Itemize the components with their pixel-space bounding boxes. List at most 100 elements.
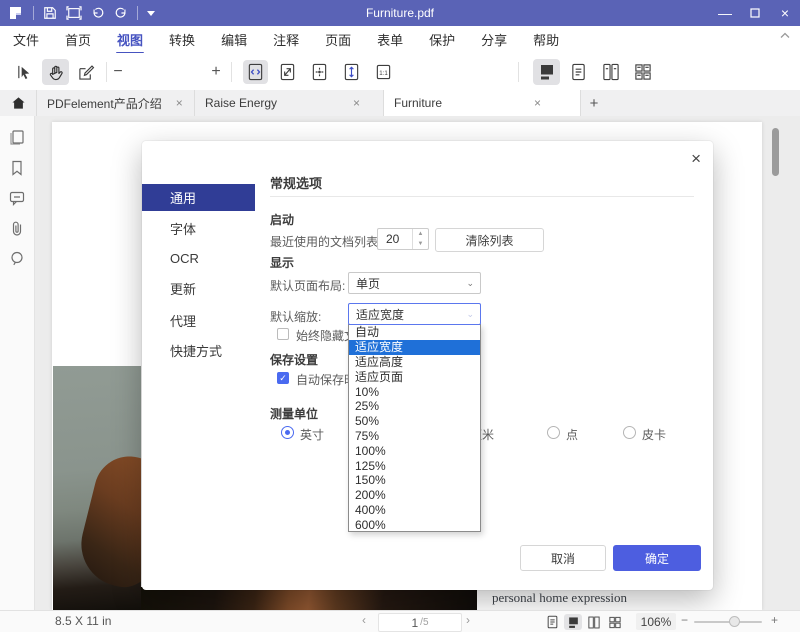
single-page-icon[interactable] (565, 59, 592, 85)
zoom-out-button[interactable]: − (681, 613, 688, 627)
zoom-option[interactable]: 150% (349, 473, 480, 488)
default-zoom-combobox[interactable]: 适应宽度 ⌄ (348, 303, 481, 325)
minimize-button[interactable]: — (710, 0, 740, 26)
single-page-icon[interactable] (543, 614, 561, 630)
menu-file[interactable]: 文件 (12, 26, 40, 53)
search-icon[interactable] (9, 250, 26, 267)
maximize-button[interactable] (740, 0, 770, 26)
tab-close-icon[interactable]: × (353, 96, 360, 110)
zoom-slider-handle[interactable] (729, 616, 740, 627)
tab-close-icon[interactable]: × (534, 96, 541, 110)
undo-icon[interactable] (91, 6, 105, 20)
continuous-scroll-icon[interactable] (533, 59, 560, 85)
zoom-out-button[interactable]: − (108, 61, 128, 83)
zoom-option[interactable]: 50% (349, 414, 480, 429)
zoom-in-button[interactable]: + (206, 61, 226, 83)
save-icon[interactable] (43, 6, 57, 20)
previous-page-icon[interactable]: ‹ (362, 613, 366, 627)
settings-nav-ocr[interactable]: OCR (142, 245, 255, 272)
menu-home[interactable]: 首页 (64, 26, 92, 53)
menubar: 文件 首页 视图 转换 编辑 注释 页面 表单 保护 分享 帮助 (0, 26, 800, 53)
continuous-scroll-icon[interactable] (564, 614, 582, 630)
comments-icon[interactable] (8, 190, 26, 206)
close-button[interactable]: × (770, 0, 800, 26)
fit-height-icon[interactable] (339, 60, 364, 84)
menu-share[interactable]: 分享 (480, 26, 508, 53)
attachments-icon[interactable] (9, 219, 25, 237)
actual-size-icon[interactable]: 1:1 (371, 60, 396, 84)
zoom-option-selected[interactable]: 适应宽度 (349, 340, 480, 355)
select-tool-icon[interactable] (12, 61, 36, 83)
tab-furniture[interactable]: Furniture × (384, 90, 581, 116)
settings-nav-font[interactable]: 字体 (142, 215, 255, 242)
bookmarks-icon[interactable] (9, 159, 25, 177)
menu-help[interactable]: 帮助 (532, 26, 560, 53)
stepper-down-icon[interactable]: ▼ (413, 239, 428, 249)
menu-page[interactable]: 页面 (324, 26, 352, 53)
settings-nav-shortcuts[interactable]: 快捷方式 (142, 337, 255, 364)
zoom-free-icon[interactable] (275, 60, 300, 84)
document-text-line: personal home expression (492, 590, 722, 606)
tab-raise-energy[interactable]: Raise Energy × (195, 90, 384, 116)
zoom-option[interactable]: 125% (349, 458, 480, 473)
settings-nav-proxy[interactable]: 代理 (142, 307, 255, 334)
dialog-close-icon[interactable]: × (691, 150, 701, 167)
recent-docs-stepper[interactable]: ▲ ▼ (377, 228, 429, 250)
zoom-options-dropdown: 自动 适应宽度 适应高度 适应页面 10% 25% 50% 75% 100% 1… (348, 324, 481, 532)
unit-pica-radio[interactable] (623, 426, 636, 439)
zoom-option[interactable]: 75% (349, 429, 480, 444)
fit-width-icon[interactable] (243, 60, 268, 84)
unit-inch-radio[interactable] (281, 426, 294, 439)
page-thumbnails-icon[interactable] (8, 128, 26, 146)
redo-icon[interactable] (114, 6, 128, 20)
menu-view[interactable]: 视图 (116, 26, 144, 53)
menu-protect[interactable]: 保护 (428, 26, 456, 53)
ok-button[interactable]: 确定 (613, 545, 701, 571)
hand-tool-icon[interactable] (42, 59, 69, 85)
zoom-option[interactable]: 25% (349, 399, 480, 414)
default-layout-combobox[interactable]: 单页 ⌄ (348, 272, 481, 294)
home-tab-icon[interactable] (0, 90, 37, 116)
zoom-slider-track[interactable] (694, 621, 762, 623)
unit-pica-label: 皮卡 (642, 426, 666, 443)
tab-close-icon[interactable]: × (176, 96, 183, 110)
zoom-option[interactable]: 适应高度 (349, 355, 480, 370)
two-page-icon[interactable] (597, 59, 624, 85)
snapshot-icon[interactable] (66, 6, 82, 20)
zoom-option[interactable]: 200% (349, 488, 480, 503)
statusbar-zoom-value[interactable]: 106% (636, 613, 676, 630)
four-page-grid-icon[interactable] (629, 59, 656, 85)
menu-comment[interactable]: 注释 (272, 26, 300, 53)
edit-tool-icon[interactable] (74, 61, 98, 83)
settings-nav-update[interactable]: 更新 (142, 275, 255, 302)
zoom-option[interactable]: 100% (349, 443, 480, 458)
statusbar-page-box[interactable]: 1 /5 (378, 613, 462, 632)
clear-list-button[interactable]: 清除列表 (435, 228, 544, 252)
tab-pdfelement-intro[interactable]: PDFelement产品介绍 × (37, 90, 195, 116)
document-photo (53, 366, 141, 610)
zoom-option[interactable]: 600% (349, 517, 480, 532)
zoom-option[interactable]: 400% (349, 503, 480, 518)
menu-form[interactable]: 表单 (376, 26, 404, 53)
zoom-option[interactable]: 10% (349, 384, 480, 399)
next-page-icon[interactable]: › (466, 613, 470, 627)
quick-access-dropdown-icon[interactable] (147, 11, 155, 16)
menu-convert[interactable]: 转换 (168, 26, 196, 53)
new-tab-button[interactable]: + (581, 90, 607, 116)
zoom-option[interactable]: 适应页面 (349, 369, 480, 384)
zoom-in-button[interactable]: + (771, 613, 778, 627)
fit-page-icon[interactable] (307, 60, 332, 84)
stepper-up-icon[interactable]: ▲ (413, 229, 428, 239)
autosave-checkbox[interactable]: ✓ (277, 372, 289, 384)
menu-edit[interactable]: 编辑 (220, 26, 248, 53)
collapse-ribbon-icon[interactable] (780, 32, 790, 39)
navigation-sidebar (0, 116, 35, 610)
hide-docs-checkbox[interactable] (277, 328, 289, 340)
vertical-scrollbar[interactable] (772, 128, 779, 176)
two-page-icon[interactable] (585, 614, 603, 630)
unit-point-radio[interactable] (547, 426, 560, 439)
cancel-button[interactable]: 取消 (520, 545, 606, 571)
settings-nav-general[interactable]: 通用 (142, 184, 255, 211)
zoom-option[interactable]: 自动 (349, 325, 480, 340)
four-page-grid-icon[interactable] (606, 614, 624, 630)
